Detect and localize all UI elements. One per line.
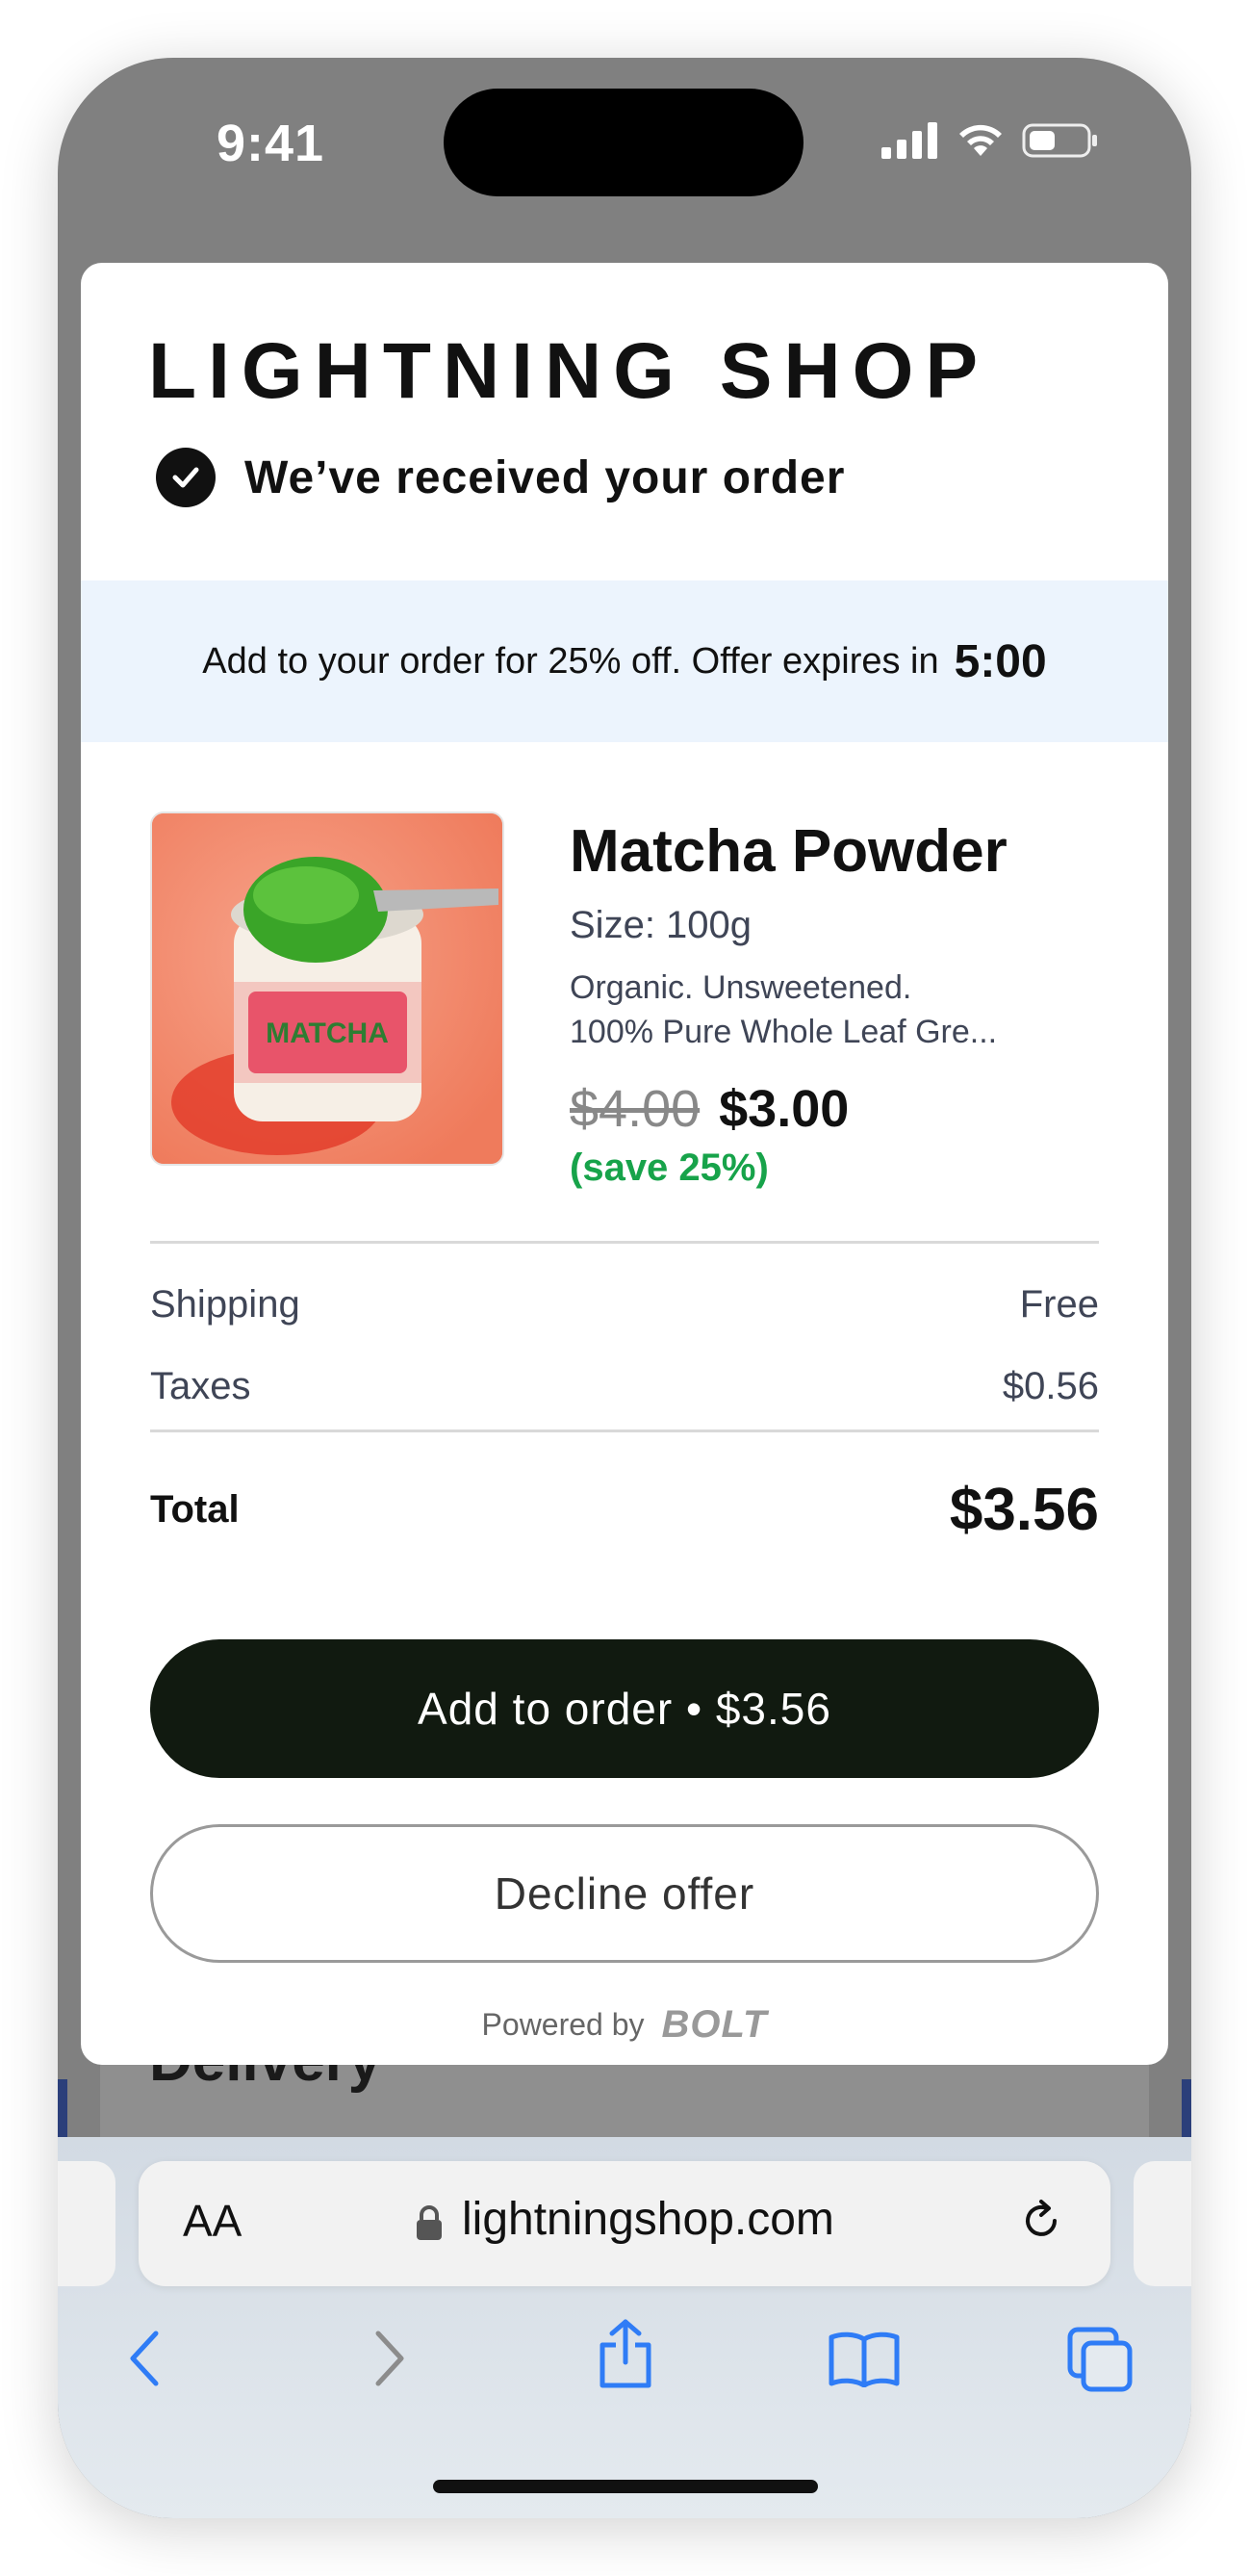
battery-icon (1022, 123, 1097, 158)
product-size: Size: 100g (570, 904, 753, 946)
shipping-label: Shipping (150, 1283, 300, 1326)
taxes-label: Taxes (150, 1365, 251, 1407)
dynamic-island (444, 89, 804, 196)
bookmarks-icon[interactable] (828, 2330, 901, 2387)
taxes-row: Taxes $0.56 (150, 1365, 1099, 1408)
product-name: Matcha Powder (570, 818, 1008, 885)
product-description-line: 100% Pure Whole Leaf Gre... (570, 1014, 998, 1050)
checkmark-icon (156, 448, 216, 507)
home-indicator (433, 2480, 818, 2493)
back-icon[interactable] (125, 2328, 164, 2389)
bolt-logo: BOLT (661, 2003, 768, 2046)
decline-offer-button[interactable]: Decline offer (150, 1824, 1099, 1963)
status-icons (881, 121, 1099, 160)
phone-frame: 9:41 Delivery LIGHTNING SHOP (58, 58, 1191, 2518)
product-description-line: Organic. Unsweetened. (570, 969, 912, 1006)
taxes-value: $0.56 (1002, 1365, 1099, 1407)
discounted-price: $3.00 (719, 1080, 850, 1138)
product-description: Organic. Unsweetened. 100% Pure Whole Le… (570, 966, 1070, 1054)
forward-icon[interactable] (370, 2328, 409, 2389)
total-row: Total $3.56 (150, 1476, 1099, 1544)
original-price: $4.00 (570, 1080, 701, 1138)
shipping-value: Free (1019, 1283, 1099, 1326)
offer-text: Add to your order for 25% off. Offer exp… (202, 640, 939, 682)
product-image: MATCHA (150, 811, 504, 1166)
cellular-signal-icon (881, 122, 937, 159)
total-label: Total (150, 1488, 240, 1531)
powered-by-text: Powered by (481, 2007, 645, 2042)
price-row: $4.00 $3.00 (570, 1079, 849, 1139)
offer-timer: 5:00 (954, 635, 1047, 687)
status-bar: 9:41 (58, 58, 1191, 260)
next-tab-preview[interactable] (1134, 2161, 1191, 2286)
product-jar-label: MATCHA (266, 1018, 389, 1049)
reload-icon[interactable] (1018, 2197, 1066, 2245)
savings-label: (save 25%) (570, 1146, 769, 1189)
confirmation-text: We’ve received your order (244, 451, 846, 503)
order-confirmation: We’ve received your order (156, 448, 845, 507)
lock-icon (417, 2205, 442, 2240)
add-to-order-button[interactable]: Add to order • $3.56 (150, 1639, 1099, 1778)
page-settings-button[interactable]: AA (183, 2195, 242, 2247)
share-icon[interactable] (595, 2318, 656, 2389)
tabs-icon[interactable] (1066, 2326, 1134, 2393)
total-value: $3.56 (949, 1477, 1099, 1543)
brand-logo: LIGHTNING SHOP (148, 327, 990, 415)
shipping-row: Shipping Free (150, 1283, 1099, 1327)
divider (150, 1430, 1099, 1432)
status-time: 9:41 (217, 115, 325, 172)
powered-by: Powered by BOLT (81, 2003, 1168, 2047)
previous-tab-preview[interactable] (58, 2161, 115, 2286)
divider (150, 1241, 1099, 1244)
url-text[interactable]: lightningshop.com (462, 2193, 834, 2246)
upsell-modal: LIGHTNING SHOP We’ve received your order… (81, 263, 1168, 2065)
offer-banner: Add to your order for 25% off. Offer exp… (81, 580, 1168, 742)
wifi-icon (959, 124, 1002, 156)
